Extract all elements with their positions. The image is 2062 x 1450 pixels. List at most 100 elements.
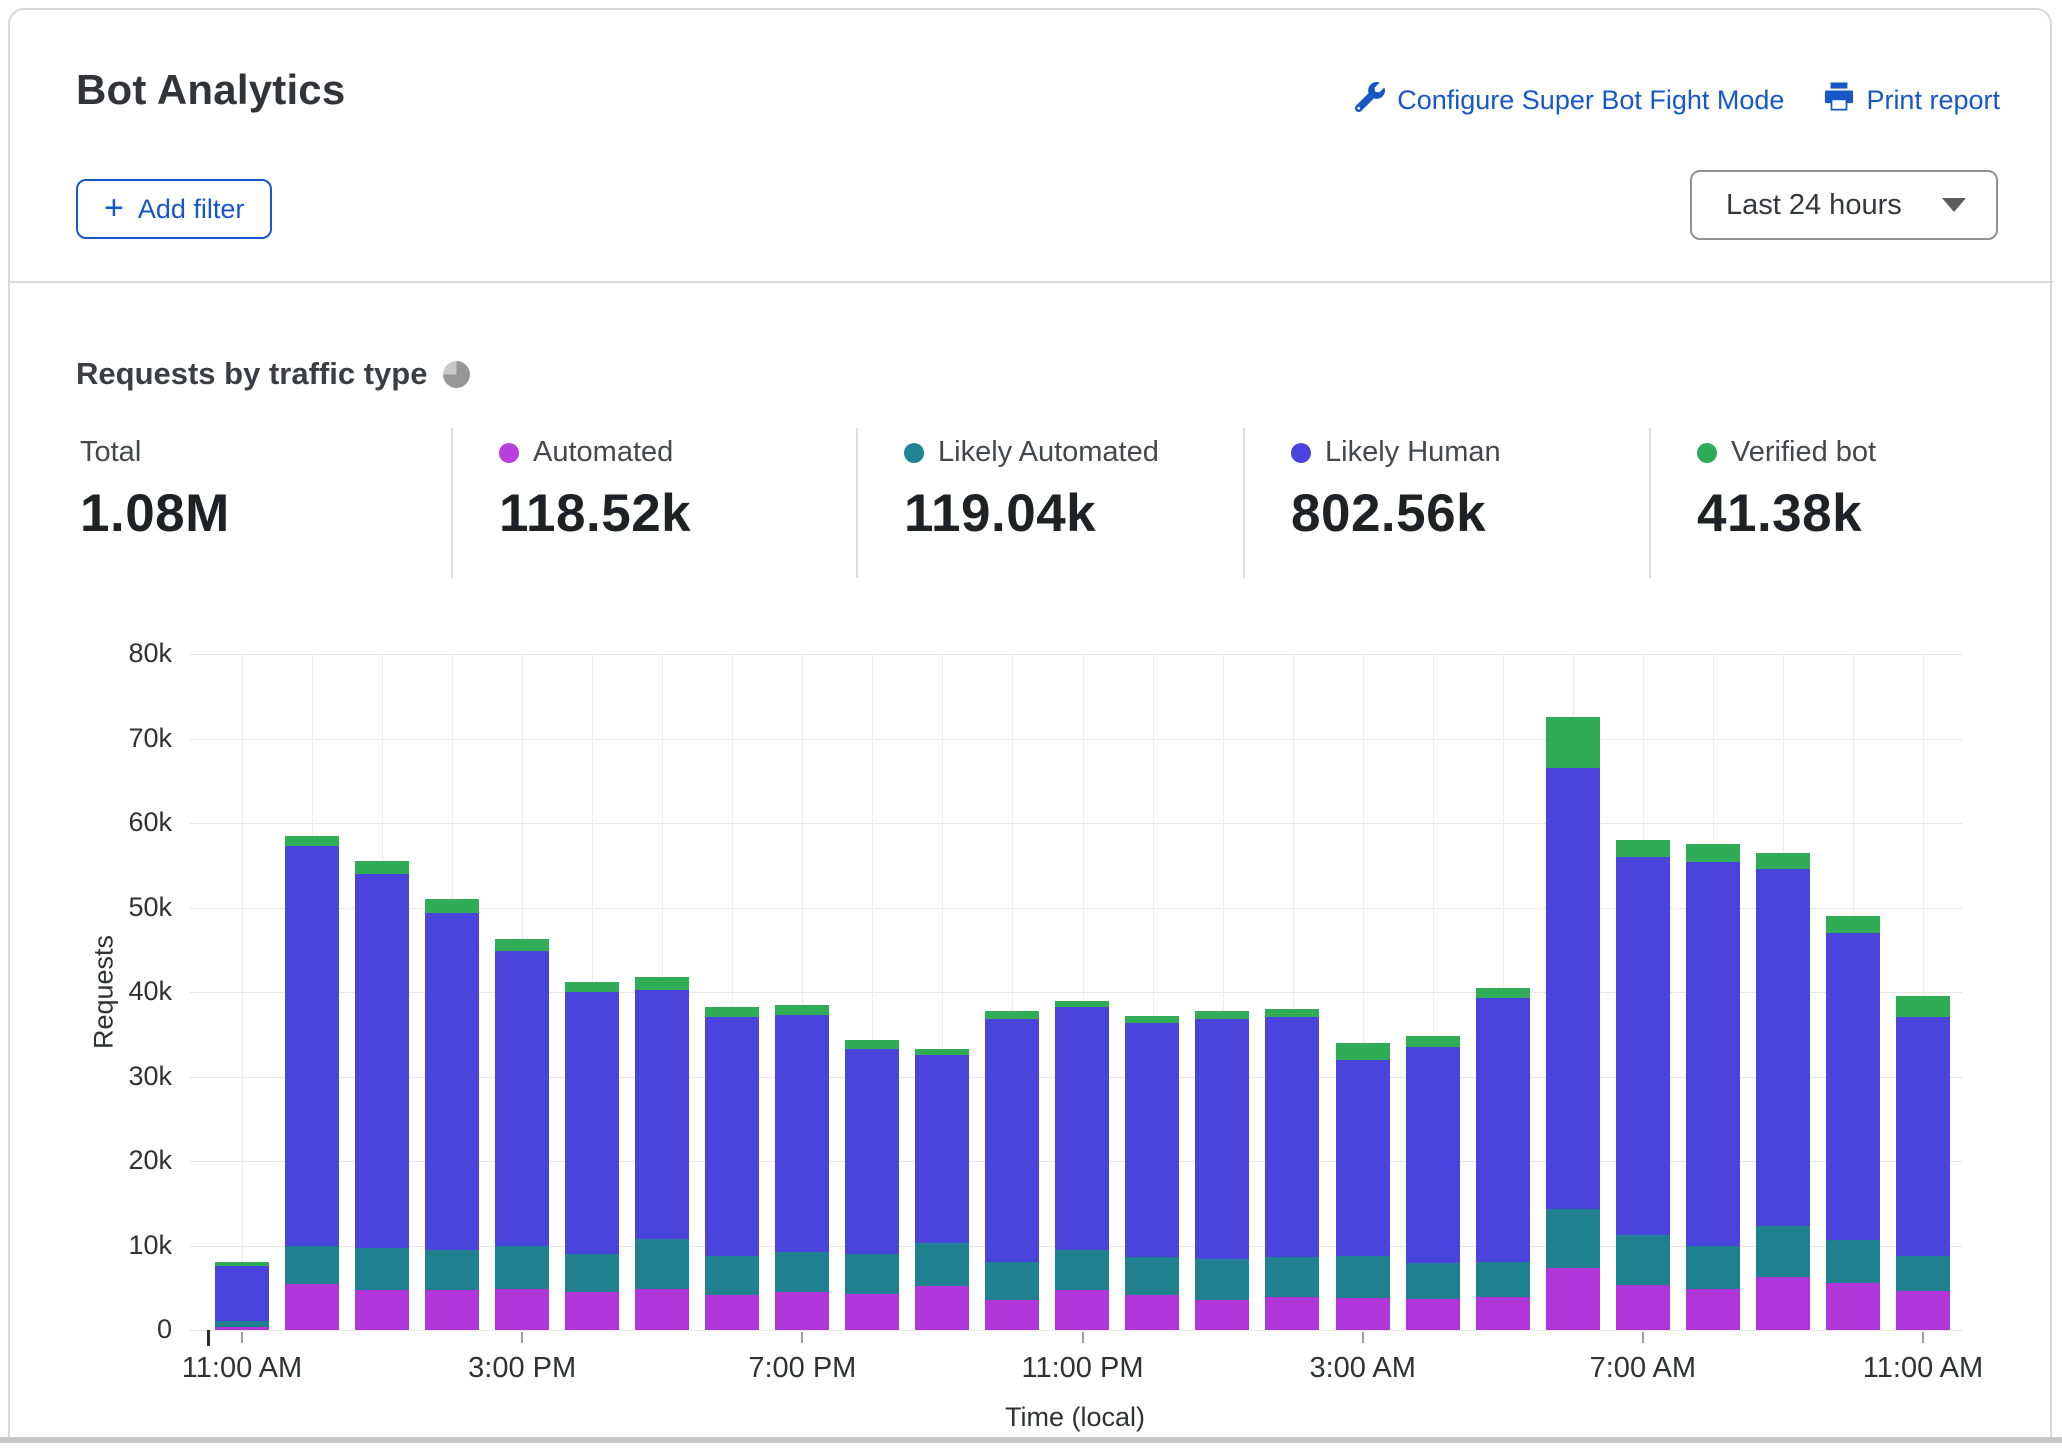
segment-verified-bot <box>1336 1043 1390 1060</box>
bar-1100pm <box>1055 654 1109 1330</box>
segment-likely-human <box>1546 768 1600 1209</box>
x-tick-label: 3:00 AM <box>1253 1352 1473 1385</box>
bar-1100am <box>215 654 269 1330</box>
segment-automated <box>705 1295 759 1330</box>
segment-automated <box>215 1327 269 1330</box>
segment-likely-automated <box>1125 1257 1179 1294</box>
segment-automated <box>1265 1297 1319 1330</box>
segment-automated <box>355 1290 409 1330</box>
segment-verified-bot <box>775 1005 829 1015</box>
segment-automated <box>1476 1297 1530 1330</box>
segment-automated <box>915 1286 969 1330</box>
segment-likely-automated <box>775 1252 829 1292</box>
segment-likely-human <box>215 1266 269 1321</box>
bar-400pm <box>565 654 619 1330</box>
x-tick-mark <box>1922 1332 1924 1343</box>
segment-verified-bot <box>1756 853 1810 869</box>
segment-likely-human <box>1686 862 1740 1246</box>
bar-200pm <box>425 654 479 1330</box>
segment-automated <box>1406 1299 1460 1330</box>
bar-300pm <box>495 654 549 1330</box>
segment-verified-bot <box>915 1049 969 1056</box>
segment-likely-automated <box>1265 1257 1319 1297</box>
segment-likely-automated <box>355 1248 409 1290</box>
segment-likely-human <box>425 913 479 1249</box>
segment-automated <box>565 1292 619 1330</box>
segment-likely-automated <box>635 1239 689 1289</box>
segment-likely-automated <box>1756 1226 1810 1277</box>
bar-500am <box>1476 654 1530 1330</box>
segment-verified-bot <box>635 977 689 991</box>
x-tick-mark <box>521 1332 523 1343</box>
y-tick-label: 60k <box>0 807 172 838</box>
x-tick-label: 7:00 AM <box>1533 1352 1753 1385</box>
gridline-horizontal <box>190 1330 1962 1331</box>
segment-likely-human <box>915 1055 969 1243</box>
segment-likely-automated <box>1616 1235 1670 1285</box>
segment-verified-bot <box>845 1040 899 1048</box>
plot-area <box>190 654 1962 1330</box>
segment-automated <box>1686 1289 1740 1330</box>
segment-verified-bot <box>1195 1011 1249 1019</box>
segment-likely-human <box>355 874 409 1248</box>
bar-900am <box>1756 654 1810 1330</box>
segment-automated <box>285 1284 339 1330</box>
segment-automated <box>1125 1295 1179 1330</box>
segment-likely-automated <box>985 1262 1039 1299</box>
segment-likely-automated <box>915 1243 969 1286</box>
bar-700pm <box>775 654 829 1330</box>
x-tick-label: 11:00 PM <box>973 1352 1193 1385</box>
segment-likely-automated <box>1336 1256 1390 1298</box>
segment-likely-human <box>705 1017 759 1255</box>
segment-automated <box>425 1290 479 1330</box>
segment-likely-human <box>985 1019 1039 1262</box>
segment-verified-bot <box>355 861 409 874</box>
x-tick-label: 11:00 AM <box>1813 1352 2033 1385</box>
segment-verified-bot <box>565 982 619 992</box>
segment-likely-human <box>1756 869 1810 1226</box>
bar-800pm <box>845 654 899 1330</box>
axis-origin-tick <box>207 1330 210 1346</box>
x-tick-label: 7:00 PM <box>692 1352 912 1385</box>
bar-300am <box>1336 654 1390 1330</box>
x-tick-mark <box>1082 1332 1084 1343</box>
x-tick-mark <box>1642 1332 1644 1343</box>
segment-likely-human <box>1616 857 1670 1236</box>
segment-verified-bot <box>985 1011 1039 1019</box>
bar-1000pm <box>985 654 1039 1330</box>
segment-automated <box>1195 1300 1249 1330</box>
segment-automated <box>1055 1290 1109 1330</box>
y-tick-label: 50k <box>0 892 172 923</box>
segment-automated <box>495 1289 549 1330</box>
segment-likely-human <box>1896 1017 1950 1255</box>
segment-likely-automated <box>1476 1262 1530 1297</box>
segment-likely-automated <box>705 1256 759 1295</box>
segment-verified-bot <box>1055 1001 1109 1008</box>
segment-automated <box>1826 1283 1880 1330</box>
segment-likely-automated <box>1826 1240 1880 1282</box>
bar-500pm <box>635 654 689 1330</box>
y-tick-label: 70k <box>0 723 172 754</box>
segment-likely-automated <box>495 1246 549 1289</box>
y-tick-label: 80k <box>0 638 172 669</box>
bottom-section-divider <box>0 1437 2062 1443</box>
bar-100pm <box>355 654 409 1330</box>
segment-likely-human <box>1265 1017 1319 1257</box>
segment-automated <box>845 1294 899 1330</box>
y-tick-label: 30k <box>0 1061 172 1092</box>
y-tick-label: 20k <box>0 1145 172 1176</box>
segment-likely-automated <box>1195 1259 1249 1300</box>
segment-automated <box>1336 1298 1390 1330</box>
segment-likely-automated <box>1406 1263 1460 1298</box>
segment-likely-human <box>635 990 689 1238</box>
segment-likely-automated <box>1546 1209 1600 1268</box>
segment-automated <box>1616 1285 1670 1330</box>
bar-700am <box>1616 654 1670 1330</box>
segment-likely-human <box>1125 1023 1179 1257</box>
bar-1000am <box>1826 654 1880 1330</box>
x-tick-mark <box>801 1332 803 1343</box>
segment-verified-bot <box>1265 1009 1319 1017</box>
y-axis-title: Requests <box>89 935 120 1049</box>
segment-likely-human <box>495 951 549 1246</box>
x-tick-label: 11:00 AM <box>132 1352 352 1385</box>
